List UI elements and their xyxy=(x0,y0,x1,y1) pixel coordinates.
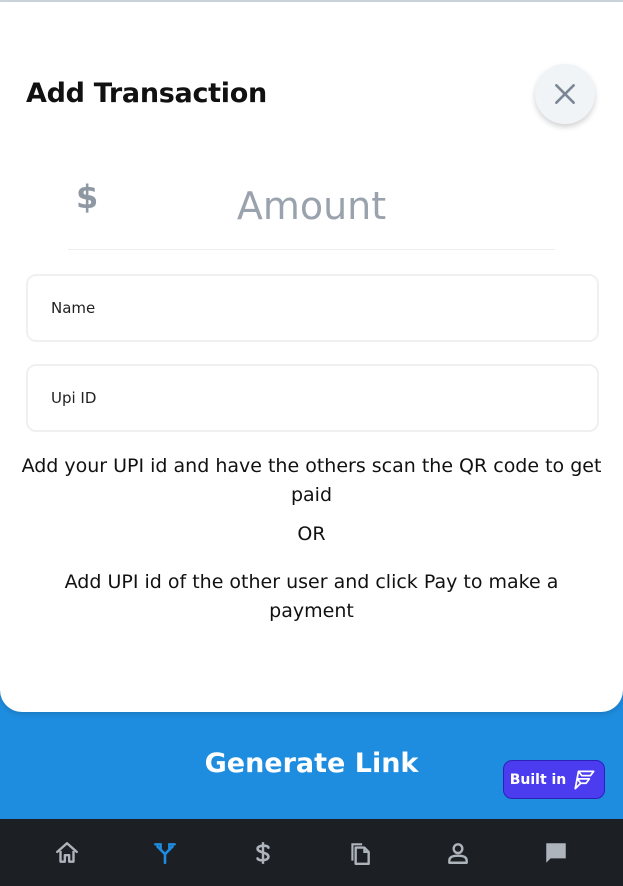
dollar-icon xyxy=(255,841,270,864)
built-in-label: Built in xyxy=(509,771,567,788)
nav-money[interactable] xyxy=(243,833,283,873)
upi-id-field[interactable] xyxy=(26,364,599,432)
info-text-receive: Add your UPI id and have the others scan… xyxy=(21,455,602,506)
home-icon xyxy=(55,841,78,863)
info-text-pay: Add UPI id of the other user and click P… xyxy=(64,571,559,622)
name-field[interactable] xyxy=(26,274,599,342)
nav-split[interactable] xyxy=(145,833,185,873)
bottom-navigation xyxy=(0,819,623,886)
info-text-or: OR xyxy=(297,523,326,545)
chat-icon xyxy=(546,842,566,863)
nav-documents[interactable] xyxy=(340,833,380,873)
close-icon xyxy=(555,84,575,104)
nav-profile[interactable] xyxy=(438,833,478,873)
nav-home[interactable] xyxy=(47,833,87,873)
builder-logo-icon xyxy=(574,769,595,790)
person-icon xyxy=(448,842,469,864)
add-transaction-modal: Add Transaction $ Add your UPI id and ha… xyxy=(0,2,623,712)
amount-input[interactable] xyxy=(68,162,555,250)
built-in-badge[interactable]: Built in xyxy=(503,760,605,799)
close-button[interactable] xyxy=(535,64,595,124)
modal-title: Add Transaction xyxy=(26,78,267,109)
copy-icon xyxy=(351,842,371,865)
split-icon xyxy=(153,842,176,864)
nav-chat[interactable] xyxy=(536,833,576,873)
